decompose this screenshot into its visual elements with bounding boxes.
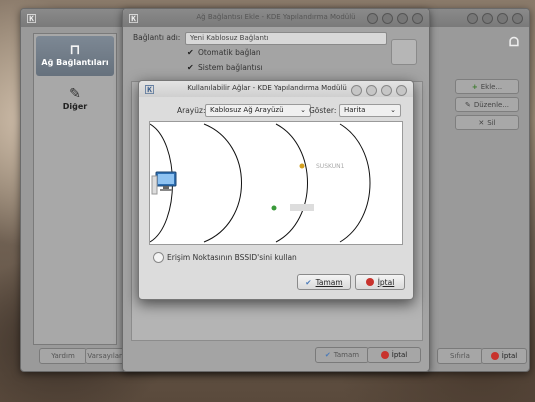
cancel-icon <box>490 352 499 360</box>
edit-icon: ✎ <box>464 100 471 109</box>
range-arc <box>203 123 242 243</box>
plus-icon: + <box>471 82 478 91</box>
maximize-icon[interactable] <box>497 13 508 24</box>
network-name: SUSKUN1 <box>316 163 345 170</box>
checkmark-icon: ✔ <box>187 48 194 57</box>
available-networks-dialog: 🄺 Kullanılabilir Ağlar - KDE Yapılandırm… <box>138 80 414 300</box>
add-button[interactable]: + Ekle... <box>455 79 519 94</box>
dialog-title: Kullanılabilir Ağlar - KDE Yapılandırma … <box>187 84 347 92</box>
check-icon: ✔ <box>324 351 331 359</box>
interface-select[interactable]: Kablosuz Ağ Arayüzü ⌄ <box>205 104 311 117</box>
network-name-box <box>290 204 314 211</box>
chevron-down-icon: ⌄ <box>390 106 396 114</box>
sidebar-item-label: Ağ Bağlantıları <box>41 58 109 67</box>
auto-connect-checkbox[interactable]: ✔ Otomatik bağlan <box>187 48 261 57</box>
chevron-down-icon: ⌄ <box>300 106 306 114</box>
close-icon[interactable] <box>512 13 523 24</box>
dialog-cancel-button[interactable]: İptal <box>355 274 405 290</box>
minimize-icon[interactable] <box>482 13 493 24</box>
reset-button[interactable]: Sıfırla <box>437 348 483 364</box>
system-connection-checkbox[interactable]: ✔ Sistem bağlantısı <box>187 63 263 72</box>
bssid-label: Erişim Noktasının BSSID'sini kullan <box>167 253 297 262</box>
interface-label: Arayüz: <box>177 106 206 115</box>
delete-button[interactable]: ✕ Sil <box>455 115 519 130</box>
network-icon: ⊓ <box>69 42 81 58</box>
connection-actions: + Ekle... ✎ Düzenle... ✕ Sil <box>455 79 519 133</box>
cancel-icon <box>380 351 389 359</box>
network-module-icon: ᗝ <box>509 35 519 49</box>
range-arc <box>275 123 308 243</box>
maximize-icon[interactable] <box>397 13 408 24</box>
help-icon[interactable] <box>351 85 362 96</box>
connection-name-field[interactable]: Yeni Kablosuz Bağlantı <box>185 32 387 45</box>
show-select[interactable]: Harita ⌄ <box>339 104 401 117</box>
settings-sidebar: ⊓ Ağ Bağlantıları ✎ Diğer <box>33 33 117 345</box>
bssid-radio[interactable] <box>153 252 164 263</box>
help-icon[interactable] <box>467 13 478 24</box>
minimize-icon[interactable] <box>366 85 377 96</box>
middle-cancel-button[interactable]: İptal <box>367 347 421 363</box>
checkmark-icon: ✔ <box>187 63 194 72</box>
dialog-titlebar[interactable]: 🄺 Kullanılabilir Ağlar - KDE Yapılandırm… <box>139 81 413 97</box>
network-dot[interactable] <box>271 205 277 211</box>
range-arc <box>339 123 371 243</box>
kde-logo-icon: 🄺 <box>145 86 155 96</box>
edit-button[interactable]: ✎ Düzenle... <box>455 97 519 112</box>
signal-map-svg: SUSKUN1 <box>149 123 371 243</box>
check-icon: ✔ <box>305 277 312 287</box>
maximize-icon[interactable] <box>381 85 392 96</box>
close-icon[interactable] <box>396 85 407 96</box>
outer-cancel-button[interactable]: İptal <box>481 348 527 364</box>
help-button[interactable]: Yardım <box>39 348 87 364</box>
connection-icon-button[interactable] <box>391 39 417 65</box>
kde-logo-icon: 🄺 <box>129 15 139 25</box>
sidebar-item-other[interactable]: ✎ Diğer <box>36 80 114 111</box>
sidebar-item-label: Diğer <box>62 102 88 111</box>
delete-icon: ✕ <box>478 118 485 127</box>
network-dot[interactable] <box>299 163 305 169</box>
middle-titlebar[interactable]: 🄺 Ağ Bağlantısı Ekle - KDE Yapılandırma … <box>123 9 429 27</box>
help-icon[interactable] <box>367 13 378 24</box>
window-title: Ağ Bağlantısı Ekle - KDE Yapılandırma Mo… <box>196 13 356 21</box>
minimize-icon[interactable] <box>382 13 393 24</box>
sidebar-item-network-connections[interactable]: ⊓ Ağ Bağlantıları <box>36 36 114 76</box>
connection-name-label: Bağlantı adı: <box>133 33 181 42</box>
close-icon[interactable] <box>412 13 423 24</box>
show-label: Göster: <box>309 106 337 115</box>
network-map[interactable]: SUSKUN1 <box>149 121 403 245</box>
tools-icon: ✎ <box>69 86 81 102</box>
dialog-ok-button[interactable]: ✔ Tamam <box>297 274 351 290</box>
middle-ok-button[interactable]: ✔ Tamam <box>315 347 369 363</box>
cancel-icon <box>365 278 374 286</box>
kde-logo-icon: 🄺 <box>27 15 37 25</box>
